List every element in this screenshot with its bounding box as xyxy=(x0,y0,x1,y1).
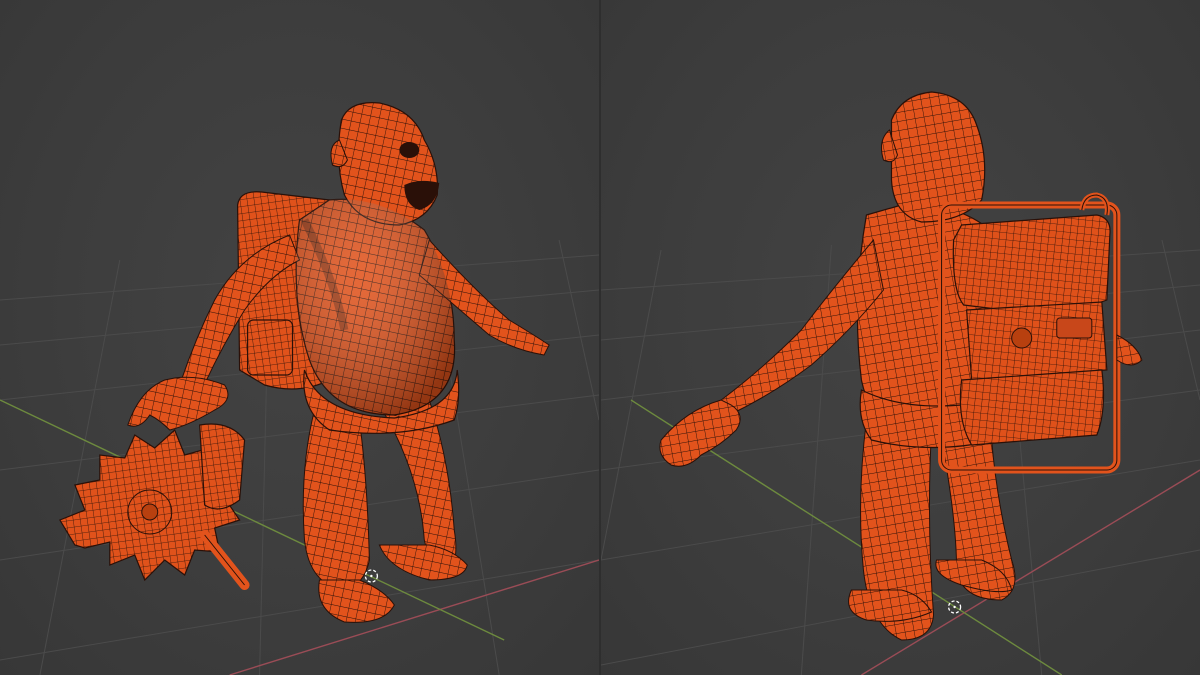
character-model-back[interactable] xyxy=(659,91,1143,641)
viewport-right-canvas[interactable] xyxy=(601,0,1200,675)
viewport-root xyxy=(0,0,1200,675)
x-axis-line xyxy=(229,559,599,675)
3d-cursor[interactable] xyxy=(947,600,962,614)
viewport-left[interactable] xyxy=(0,0,599,675)
3d-cursor[interactable] xyxy=(364,569,379,583)
viewport-left-canvas[interactable] xyxy=(0,0,599,675)
circular-saw-prop[interactable] xyxy=(59,423,250,590)
viewport-right[interactable] xyxy=(601,0,1200,675)
